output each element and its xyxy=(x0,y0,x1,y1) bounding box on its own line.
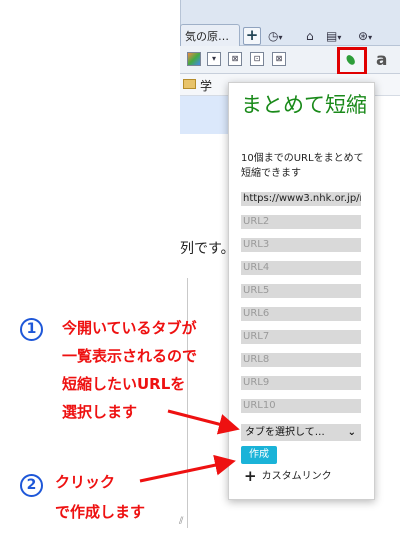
history-icon[interactable]: ◷▾ xyxy=(268,29,283,45)
screenshot-root: 気の原… + ◷▾ ⌂ ▤▾ ⊛▾ ▾ ⊠ ⊡ ⊠ ⬮ a 学 列です。 ⫽ ま… xyxy=(0,0,400,540)
annotation-line: 短縮したいURLを xyxy=(62,375,186,393)
folder-icon xyxy=(183,79,196,89)
url-field-8[interactable]: URL8 xyxy=(241,353,361,367)
url-field-4[interactable]: URL4 xyxy=(241,261,361,275)
annotation-line: 一覧表示されるので xyxy=(62,347,198,365)
popup-title: まとめて短縮 xyxy=(241,93,367,117)
annotation-step-2: クリック で作成します xyxy=(55,467,145,527)
step-1-badge: 1 xyxy=(20,318,43,341)
annotation-line: 選択します xyxy=(62,403,138,421)
resize-grip-icon[interactable]: ⫽ xyxy=(179,516,183,527)
new-tab-button[interactable]: + xyxy=(243,27,261,45)
extension-popup: まとめて短縮 10個までのURLをまとめて短縮できます https://www3… xyxy=(228,82,375,500)
url-field-1[interactable]: https://www3.nhk.or.jp/n xyxy=(241,192,361,206)
plus-icon: + xyxy=(245,26,259,44)
link-shortener-icon: ⬮ xyxy=(343,52,359,69)
url-field-7[interactable]: URL7 xyxy=(241,330,361,344)
page-icon[interactable]: ▤▾ xyxy=(326,29,341,45)
tab-select-label: タブを選択して… xyxy=(245,427,325,438)
create-button[interactable]: 作成 xyxy=(241,446,277,464)
browser-tab[interactable]: 気の原… xyxy=(180,24,240,46)
chevron-down-icon: ⌄ xyxy=(347,427,356,438)
url-field-5[interactable]: URL5 xyxy=(241,284,361,298)
toolbar-tool-icon[interactable]: ⊠ xyxy=(228,52,242,66)
url-field-9[interactable]: URL9 xyxy=(241,376,361,390)
url-field-3[interactable]: URL3 xyxy=(241,238,361,252)
home-icon[interactable]: ⌂ xyxy=(306,29,314,43)
bookmark-folder[interactable]: 学 xyxy=(200,77,212,94)
settings-icon[interactable]: ⊛▾ xyxy=(358,29,372,45)
toolbar-tool-icon[interactable]: ⊠ xyxy=(272,52,286,66)
link-shortener-extension-button[interactable]: ⬮ xyxy=(337,47,367,75)
annotation-line: クリック xyxy=(55,473,116,491)
step-2-badge: 2 xyxy=(20,474,43,497)
popup-description: 10個までのURLをまとめて短縮できます xyxy=(241,153,364,179)
google-icon[interactable] xyxy=(187,52,201,66)
url-field-6[interactable]: URL6 xyxy=(241,307,361,321)
amazon-icon[interactable]: a xyxy=(376,50,387,70)
custom-link-button[interactable]: + カスタムリンク xyxy=(244,467,332,485)
url-field-10[interactable]: URL10 xyxy=(241,399,361,413)
url-field-2[interactable]: URL2 xyxy=(241,215,361,229)
tab-select-dropdown[interactable]: タブを選択して… ⌄ xyxy=(241,424,361,441)
annotation-line: 今開いているタブが xyxy=(62,319,197,337)
plus-icon: + xyxy=(244,467,257,485)
page-header-strip xyxy=(180,96,228,134)
annotation-step-1: 今開いているタブが 一覧表示されるので 短縮したいURLを 選択します xyxy=(62,314,197,426)
dropdown-icon[interactable]: ▾ xyxy=(207,52,221,66)
tab-title: 気の原… xyxy=(185,30,229,43)
page-text: 列です。 xyxy=(180,241,235,257)
annotation-line: で作成します xyxy=(55,503,146,521)
custom-link-label: カスタムリンク xyxy=(261,471,332,482)
toolbar-tool-icon[interactable]: ⊡ xyxy=(250,52,264,66)
